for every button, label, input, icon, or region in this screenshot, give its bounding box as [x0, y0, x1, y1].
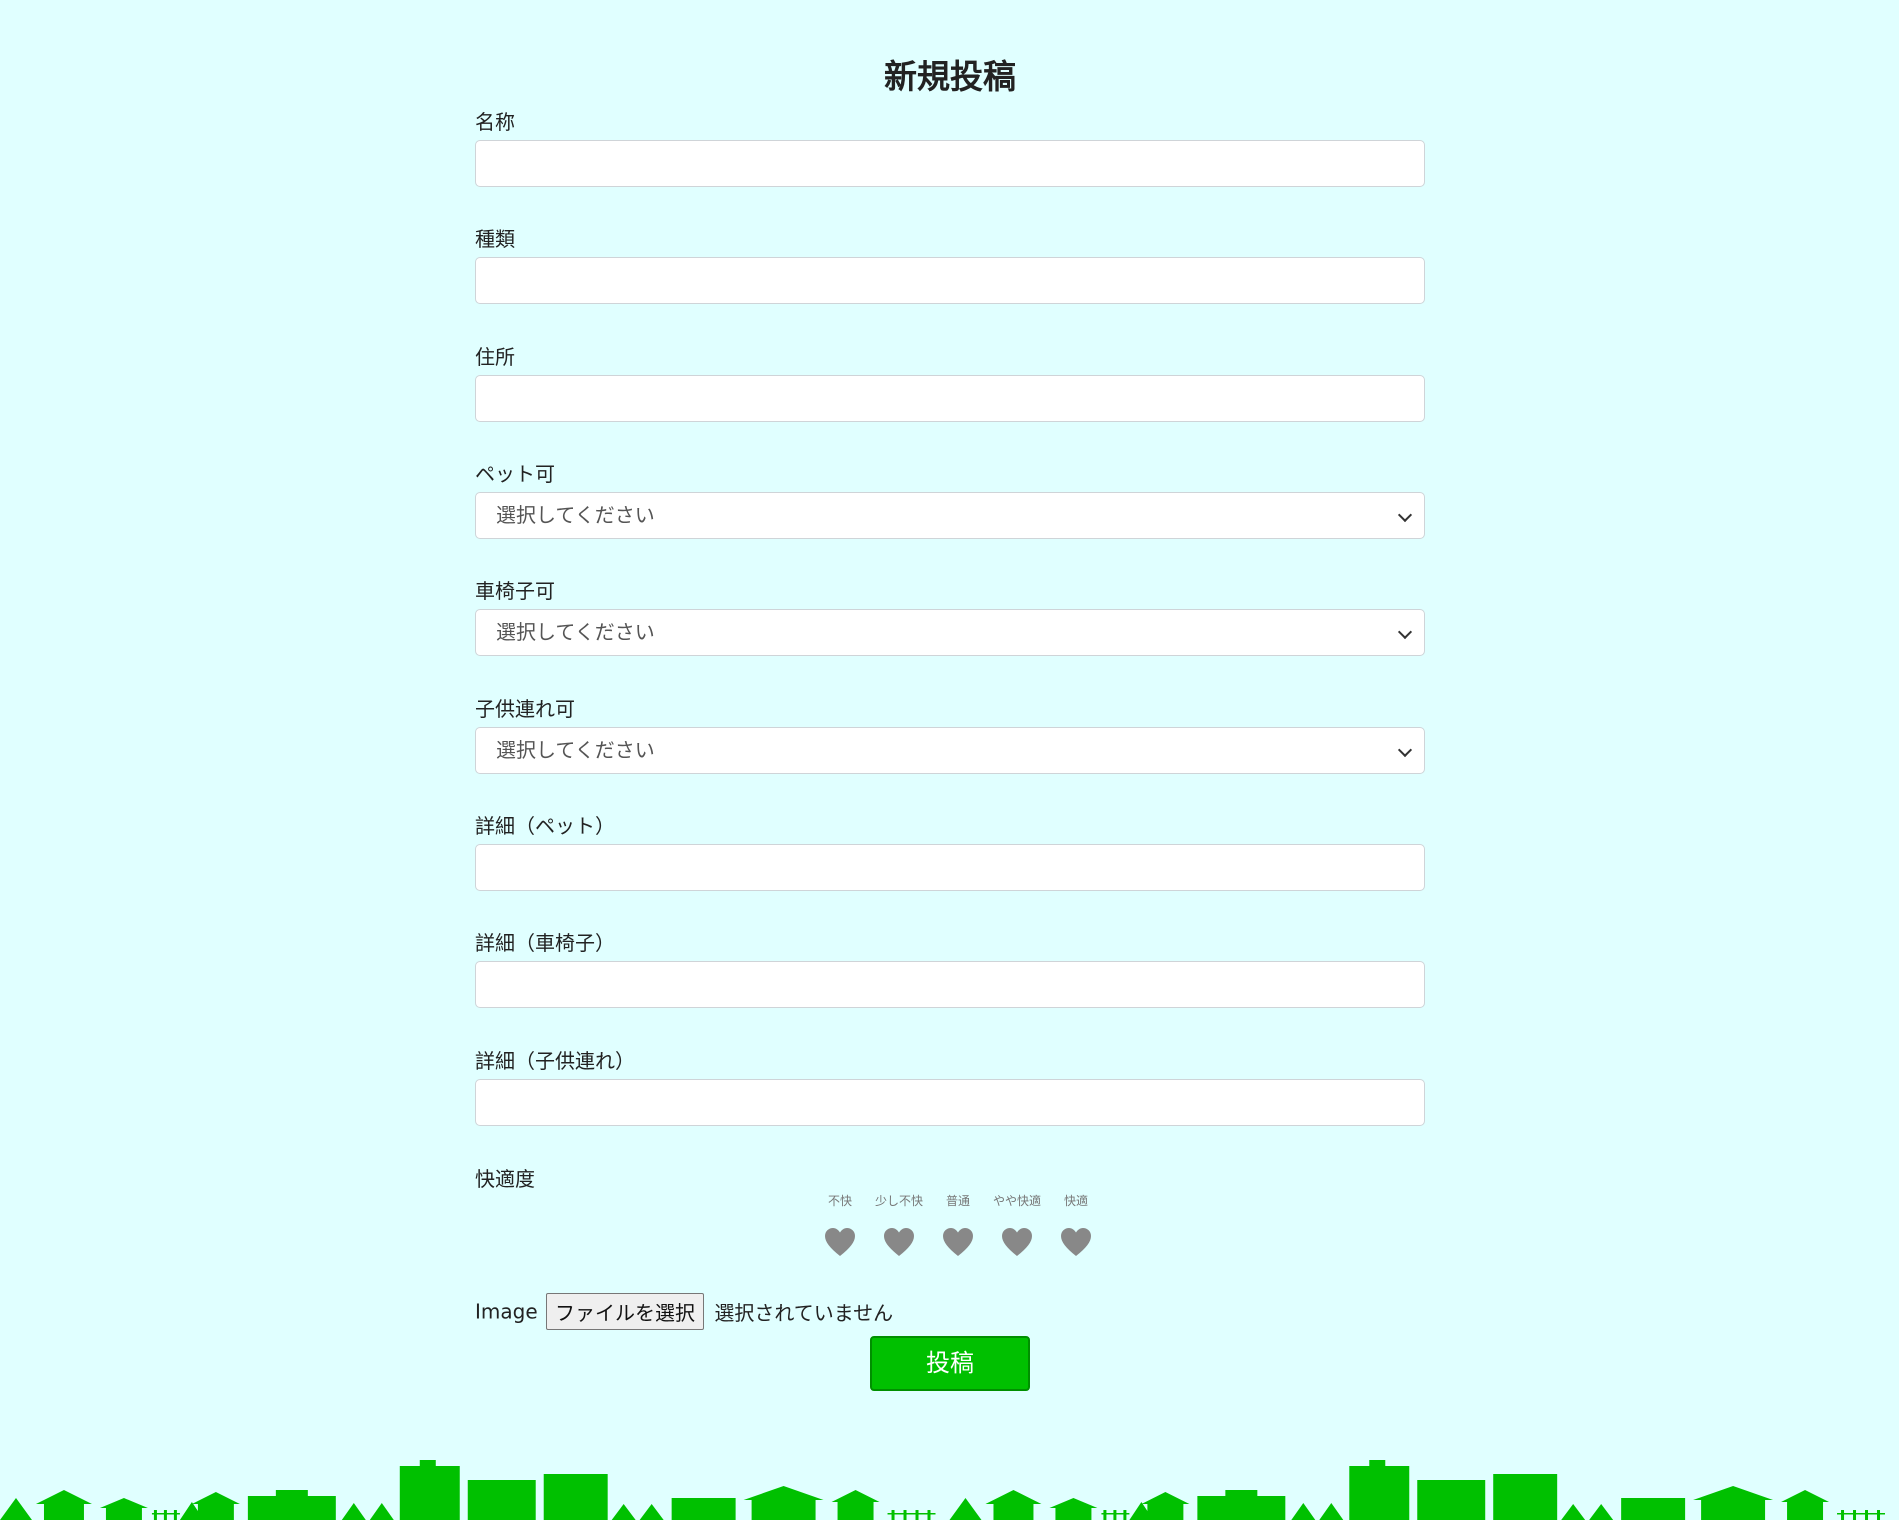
field-type-label: 種類: [475, 227, 515, 251]
children-allowed-select[interactable]: 選択してください: [475, 727, 1425, 774]
comfort-label: 快適度: [475, 1167, 535, 1191]
field-name-label: 名称: [475, 110, 515, 134]
children-allowed-select-value: 選択してください: [496, 738, 655, 762]
field-detail-children-label: 詳細（子供連れ）: [475, 1049, 635, 1073]
address-input[interactable]: [475, 375, 1425, 422]
page-title: 新規投稿: [884, 57, 1016, 96]
field-children-allowed-label: 子供連れ可: [475, 697, 575, 721]
detail-children-input[interactable]: [475, 1079, 1425, 1126]
field-detail-pet: 詳細（ペット）: [475, 814, 1425, 891]
pet-allowed-select[interactable]: 選択してください: [475, 492, 1425, 539]
town-skyline-illustration: [0, 1460, 1886, 1520]
field-detail-wheelchair: 詳細（車椅子）: [475, 931, 1425, 1008]
field-wheelchair-allowed-label: 車椅子可: [475, 579, 555, 603]
detail-pet-input[interactable]: [475, 844, 1425, 891]
name-input[interactable]: [475, 140, 1425, 187]
chevron-down-icon: [1397, 624, 1413, 640]
field-detail-wheelchair-label: 詳細（車椅子）: [475, 931, 615, 955]
image-upload-label: Image: [475, 1299, 538, 1324]
field-type: 種類: [475, 227, 1425, 304]
rating-option-2[interactable]: 少し不快: [869, 1192, 929, 1256]
field-address: 住所: [475, 345, 1425, 422]
rating-option-5[interactable]: 快適: [1046, 1192, 1106, 1256]
wheelchair-allowed-select[interactable]: 選択してください: [475, 609, 1425, 656]
field-pet-allowed: ペット可 選択してください: [475, 462, 1425, 539]
submit-button[interactable]: 投稿: [870, 1336, 1030, 1391]
heart-icon: [825, 1228, 855, 1256]
rating-option-3[interactable]: 普通: [928, 1192, 988, 1256]
rating-caption: 不快: [827, 1194, 852, 1208]
field-address-label: 住所: [475, 345, 515, 369]
image-upload-row: Image ファイルを選択 選択されていません: [475, 1293, 894, 1330]
file-status: 選択されていません: [714, 1301, 894, 1325]
type-input[interactable]: [475, 257, 1425, 304]
heart-icon: [1061, 1228, 1091, 1256]
wheelchair-allowed-select-value: 選択してください: [496, 620, 655, 644]
pet-allowed-select-value: 選択してください: [496, 503, 655, 527]
heart-icon: [884, 1228, 914, 1256]
field-detail-children: 詳細（子供連れ）: [475, 1049, 1425, 1126]
rating-caption: 少し不快: [874, 1194, 923, 1208]
field-children-allowed: 子供連れ可 選択してください: [475, 697, 1425, 774]
detail-wheelchair-input[interactable]: [475, 961, 1425, 1008]
choose-file-button[interactable]: ファイルを選択: [546, 1293, 704, 1330]
chevron-down-icon: [1397, 742, 1413, 758]
rating-caption: やや快適: [992, 1194, 1041, 1208]
rating-option-1[interactable]: 不快: [810, 1192, 870, 1256]
rating-caption: 快適: [1063, 1194, 1088, 1208]
field-comfort: 快適度: [475, 1167, 1425, 1191]
rating-option-4[interactable]: やや快適: [987, 1192, 1047, 1256]
heart-icon: [1002, 1228, 1032, 1256]
field-wheelchair-allowed: 車椅子可 選択してください: [475, 579, 1425, 656]
field-pet-allowed-label: ペット可: [475, 462, 555, 486]
rating-caption: 普通: [945, 1194, 970, 1208]
chevron-down-icon: [1397, 507, 1413, 523]
field-name: 名称: [475, 110, 1425, 187]
field-detail-pet-label: 詳細（ペット）: [475, 814, 615, 838]
heart-icon: [943, 1228, 973, 1256]
